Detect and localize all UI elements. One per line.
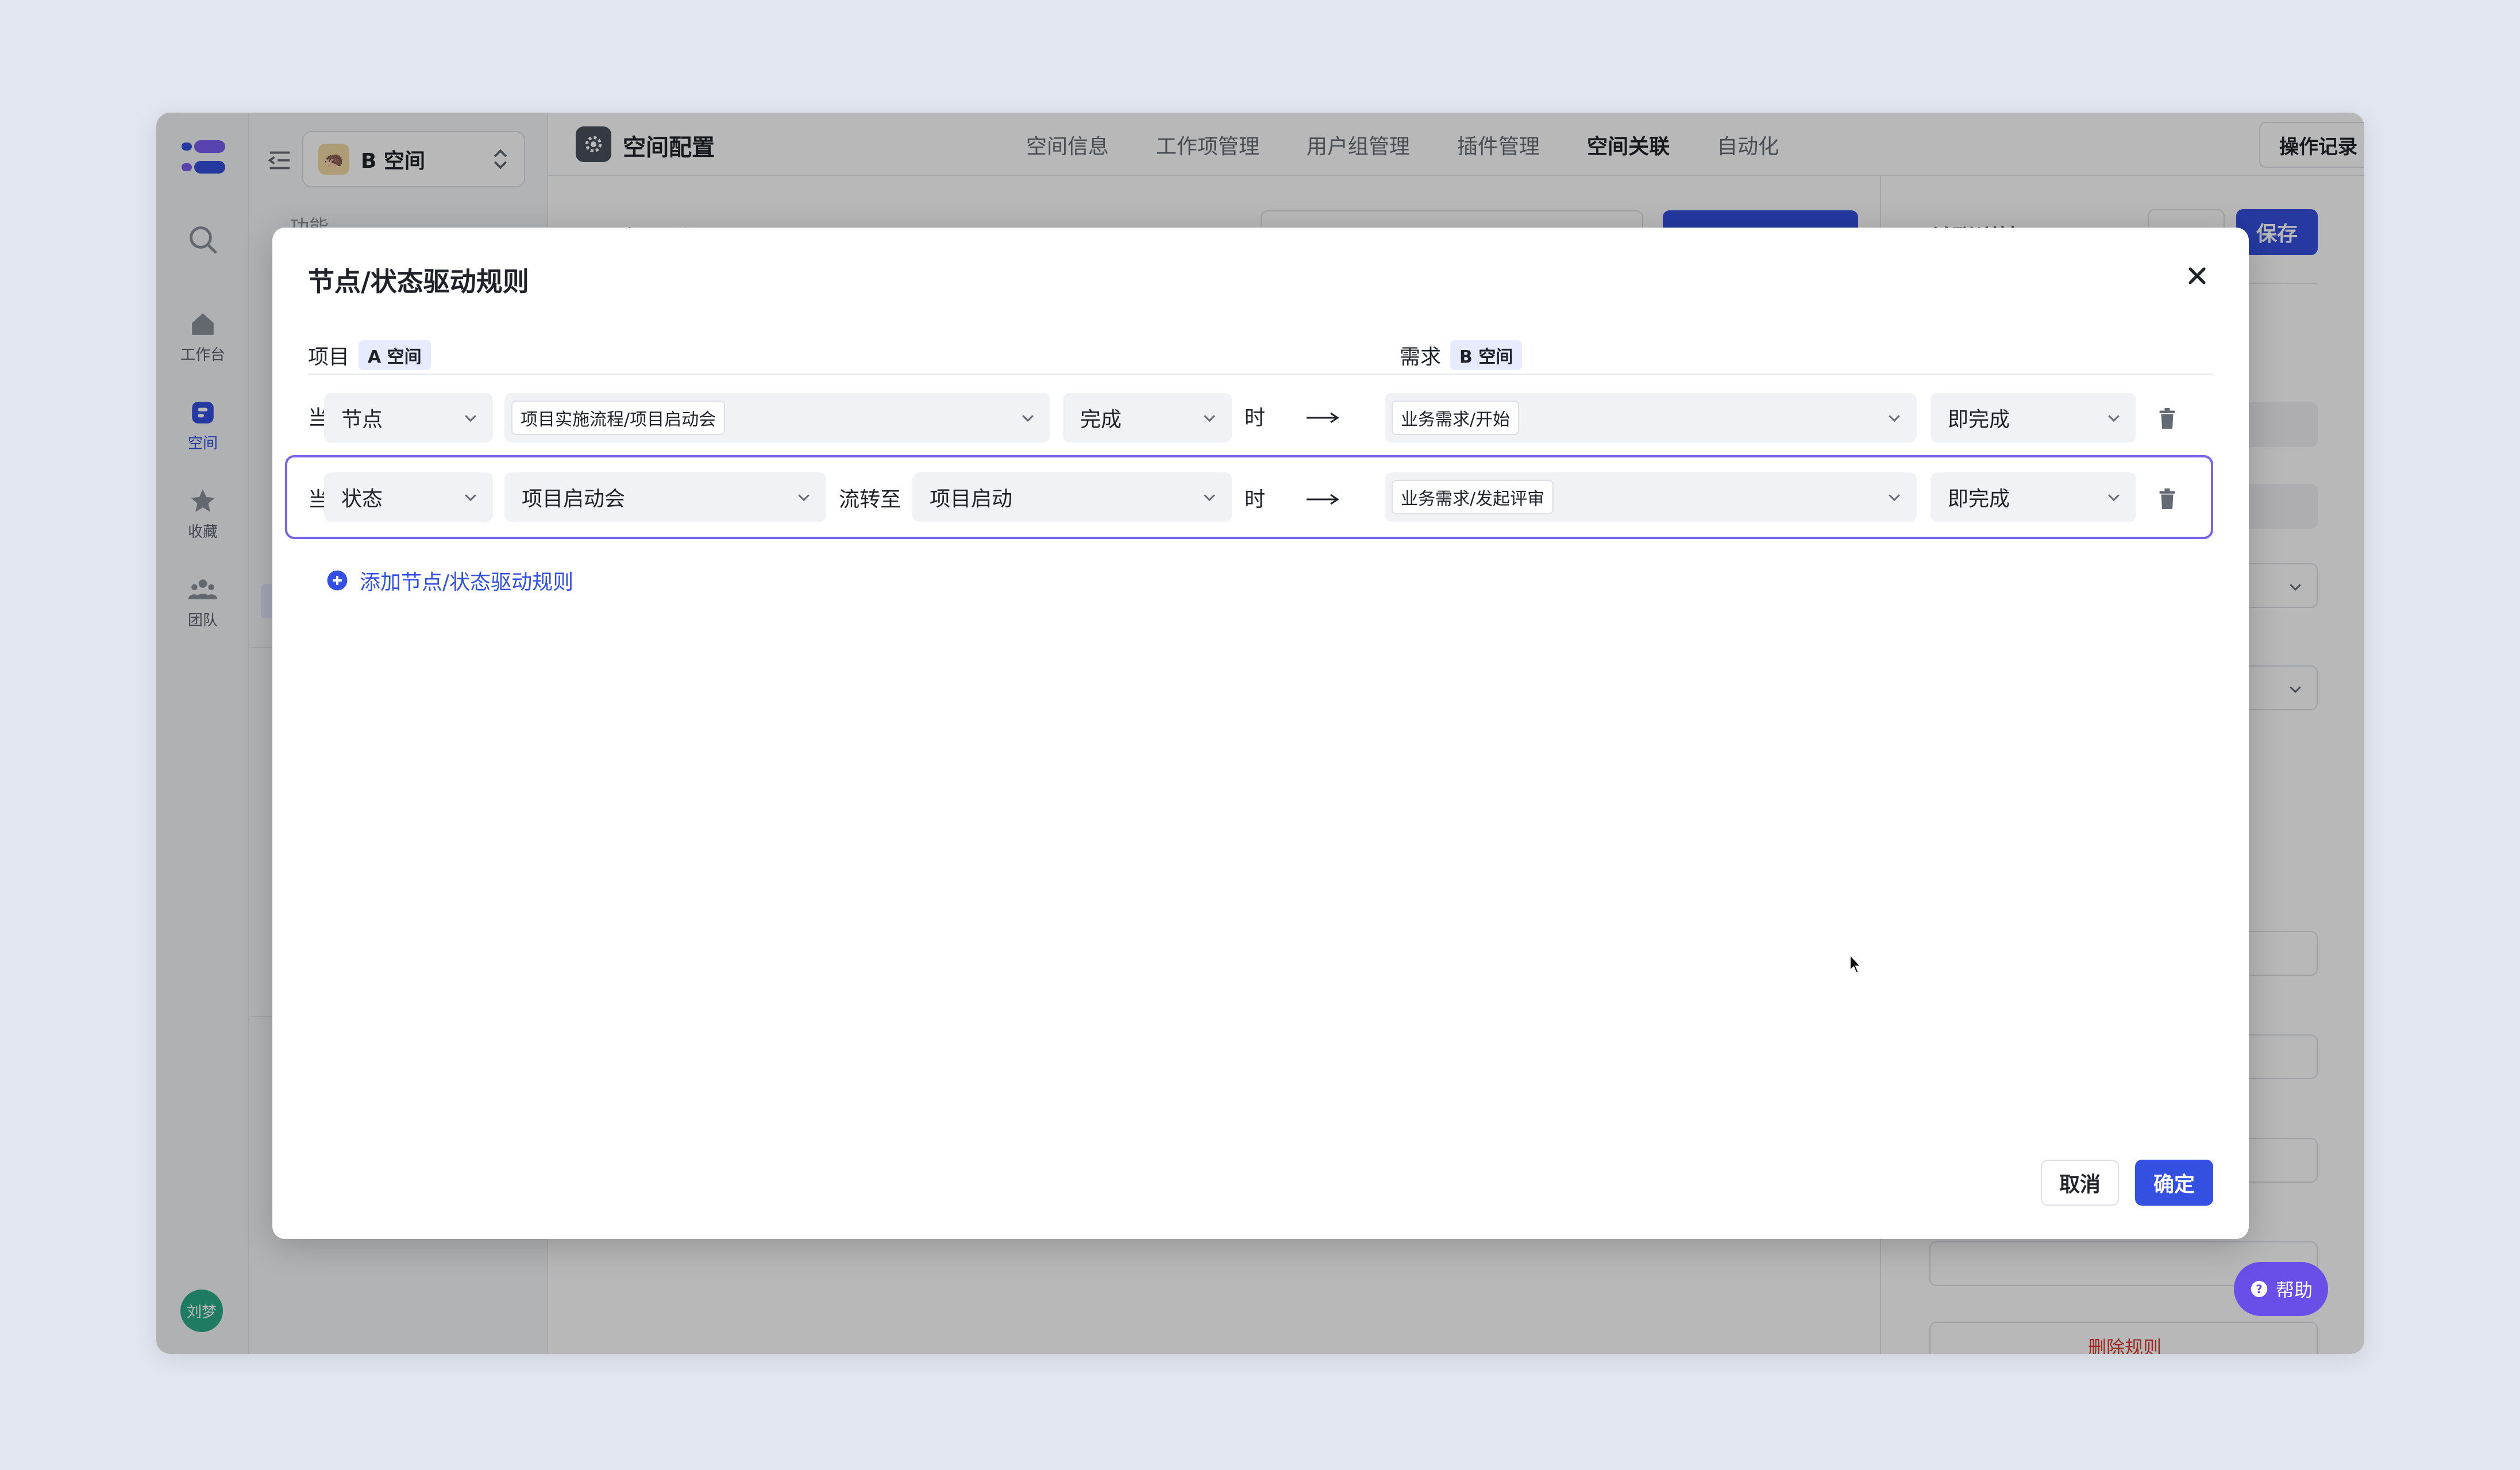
time-word: 时: [1244, 488, 1266, 511]
chevron-down-icon: [798, 494, 810, 502]
to-state-select[interactable]: 项目启动: [912, 472, 1232, 522]
right-header-label: 需求: [1400, 345, 1442, 369]
right-space-tag: B 空间: [1450, 340, 1523, 370]
chevron-down-icon: [1889, 415, 1900, 422]
add-rule-label: 添加节点/状态驱动规则: [360, 571, 574, 594]
cancel-button[interactable]: 取消: [2041, 1160, 2119, 1206]
rule-row-active: 当 状态 项目启动会 流转至 项目启动 时 业务需求/发起评审 即完成: [285, 455, 2213, 539]
chevron-down-icon: [1022, 415, 1034, 422]
select-value: 完成: [1080, 408, 1122, 432]
select-value: 状态: [341, 487, 383, 511]
confirm-button[interactable]: 确定: [2135, 1160, 2213, 1206]
target-node-select[interactable]: 业务需求/开始: [1385, 393, 1917, 442]
help-icon: ?: [2251, 1280, 2268, 1298]
select-value: 即完成: [1948, 408, 2010, 432]
delete-trash-icon[interactable]: [2157, 487, 2178, 510]
chevron-down-icon: [1204, 494, 1215, 502]
help-button[interactable]: ? 帮助: [2234, 1262, 2328, 1316]
mouse-cursor-icon: [1849, 954, 1862, 974]
arrow-right-icon: [1307, 494, 1339, 505]
select-value: 项目启动会: [522, 487, 626, 511]
rule-type-select[interactable]: 状态: [324, 472, 493, 522]
target-node-chip: 业务需求/发起评审: [1392, 480, 1554, 514]
close-icon[interactable]: [2183, 262, 2211, 290]
from-state-select[interactable]: 项目启动会: [504, 472, 826, 522]
arrow-right-icon: [1307, 412, 1339, 424]
select-value: 项目启动: [930, 487, 1013, 511]
help-label: 帮助: [2275, 1279, 2313, 1301]
chevron-down-icon: [1889, 494, 1900, 502]
right-space-header: 需求 B 空间: [1400, 340, 1523, 370]
condition-select[interactable]: 完成: [1063, 393, 1232, 442]
node-state-rule-modal: 节点/状态驱动规则 项目 A 空间 需求 B 空间 当 节点 项目实施流程/项目…: [272, 228, 2249, 1239]
target-node-chip: 业务需求/开始: [1392, 401, 1520, 435]
chevron-down-icon: [2108, 494, 2120, 502]
action-select[interactable]: 即完成: [1931, 393, 2136, 442]
left-space-tag: A 空间: [359, 340, 431, 370]
svg-text:?: ?: [2256, 1283, 2263, 1296]
action-select[interactable]: 即完成: [1931, 472, 2136, 522]
select-value: 节点: [341, 408, 383, 432]
rule-row: 当 节点 项目实施流程/项目启动会 完成 时 业务需求/开始 即完成: [285, 376, 2213, 460]
chevron-down-icon: [465, 415, 476, 422]
chevron-down-icon: [2108, 415, 2120, 422]
modal-title: 节点/状态驱动规则: [308, 266, 529, 297]
header-divider: [308, 374, 2213, 375]
rule-type-select[interactable]: 节点: [324, 393, 493, 442]
left-space-header: 项目 A 空间: [308, 340, 431, 370]
flow-to-word: 流转至: [839, 488, 901, 511]
add-rule-link[interactable]: 添加节点/状态驱动规则: [326, 565, 573, 595]
source-node-select[interactable]: 项目实施流程/项目启动会: [504, 393, 1050, 442]
time-word: 时: [1244, 406, 1266, 430]
select-value: 即完成: [1948, 487, 2010, 511]
left-header-label: 项目: [308, 345, 350, 369]
source-node-chip: 项目实施流程/项目启动会: [511, 401, 726, 435]
delete-trash-icon[interactable]: [2157, 407, 2178, 430]
chevron-down-icon: [1204, 415, 1215, 422]
chevron-down-icon: [465, 494, 476, 502]
plus-circle-icon: [327, 570, 348, 591]
target-node-select[interactable]: 业务需求/发起评审: [1385, 472, 1917, 522]
